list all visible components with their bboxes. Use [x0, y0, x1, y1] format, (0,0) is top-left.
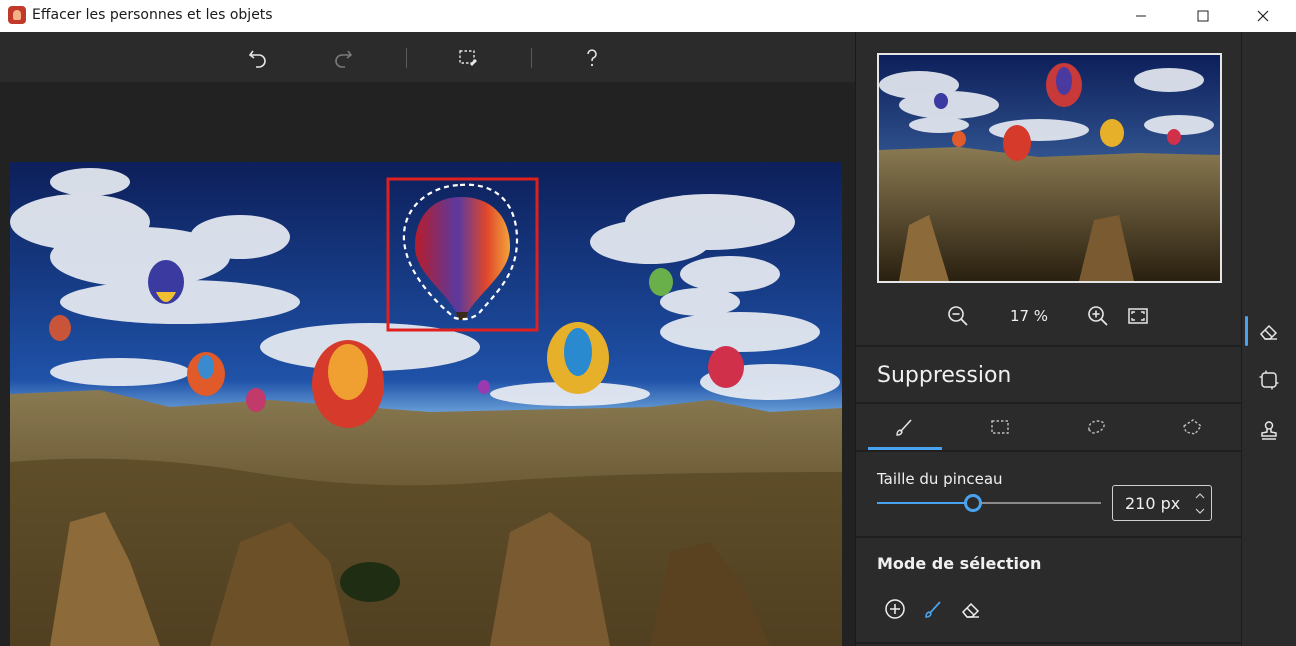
- increment-button[interactable]: [1193, 489, 1207, 503]
- rect-select-icon: [991, 420, 1009, 434]
- app-logo-icon: [8, 6, 26, 24]
- panel-divider: [856, 536, 1242, 538]
- zoom-level: 17 %: [1009, 307, 1049, 325]
- slider-fill: [877, 502, 973, 504]
- maximize-button[interactable]: [1180, 0, 1226, 32]
- brush-icon: [925, 601, 941, 618]
- section-title: Suppression: [877, 363, 1012, 388]
- undo-button[interactable]: [245, 45, 271, 71]
- title-bar: Effacer les personnes et les objets: [0, 0, 1296, 32]
- brush-tool-icon: [896, 419, 912, 436]
- crop-tool-button[interactable]: [1256, 367, 1282, 393]
- zoom-in-button[interactable]: [1086, 304, 1110, 328]
- thumbnail-photo: [879, 55, 1220, 281]
- chevron-down-icon: [1195, 508, 1205, 514]
- window-title: Effacer les personnes et les objets: [32, 7, 273, 23]
- brush-size-label: Taille du pinceau: [877, 470, 1003, 488]
- navigator-thumbnail[interactable]: [877, 53, 1222, 283]
- lasso-icon: [1088, 420, 1105, 434]
- balloon-photo: [10, 162, 842, 646]
- slider-thumb[interactable]: [964, 494, 982, 512]
- panel-divider: [856, 345, 1242, 347]
- selection-mode-title: Mode de sélection: [877, 554, 1042, 573]
- tab-rectangle-select[interactable]: [952, 404, 1048, 450]
- toolbar-separator: [406, 48, 407, 68]
- brush-size-input[interactable]: 210 px: [1112, 485, 1212, 521]
- crop-tool-icon: [1259, 370, 1279, 390]
- add-mode-button[interactable]: [882, 596, 908, 622]
- redo-button[interactable]: [330, 45, 356, 71]
- fit-screen-icon: [1128, 308, 1148, 324]
- help-icon: [587, 49, 597, 67]
- panel-divider: [856, 642, 1242, 644]
- photo-canvas[interactable]: [10, 162, 842, 646]
- close-icon: [1257, 10, 1269, 22]
- close-button[interactable]: [1240, 0, 1286, 32]
- redo-icon: [335, 50, 353, 68]
- zoom-in-icon: [1088, 306, 1108, 326]
- tab-polygon-lasso[interactable]: [1144, 404, 1240, 450]
- active-tool-indicator: [1245, 316, 1248, 346]
- stamp-tool-button[interactable]: [1256, 418, 1282, 444]
- brush-mode-button[interactable]: [920, 596, 946, 622]
- eraser-icon: [961, 602, 980, 618]
- tab-brush[interactable]: [856, 404, 952, 450]
- brush-size-slider[interactable]: [877, 494, 1101, 512]
- settings-pane: 17 % Suppression Taille du pinceau 210 p: [855, 32, 1242, 646]
- zoom-bar: 17 %: [856, 290, 1242, 340]
- minimize-button[interactable]: [1118, 0, 1164, 32]
- add-icon: [885, 599, 905, 619]
- chevron-up-icon: [1195, 493, 1205, 499]
- editor-toolbar: [0, 32, 855, 82]
- undo-icon: [248, 50, 266, 68]
- selection-edit-button[interactable]: [455, 45, 481, 71]
- eraser-tool-icon: [1259, 324, 1278, 340]
- maximize-icon: [1197, 10, 1209, 22]
- help-button[interactable]: [579, 45, 605, 71]
- fit-to-screen-button[interactable]: [1126, 304, 1150, 328]
- tool-rail: [1241, 32, 1296, 646]
- zoom-out-button[interactable]: [946, 304, 970, 328]
- brush-size-value: 210 px: [1125, 494, 1181, 513]
- zoom-out-icon: [948, 306, 968, 326]
- panel-divider: [856, 450, 1242, 452]
- minimize-icon: [1136, 15, 1146, 17]
- selection-edit-icon: [459, 50, 477, 66]
- stamp-tool-icon: [1261, 421, 1277, 440]
- decrement-button[interactable]: [1193, 504, 1207, 518]
- polygon-lasso-icon: [1183, 419, 1202, 435]
- selection-tool-tabs: [856, 404, 1242, 450]
- eraser-mode-button[interactable]: [958, 596, 984, 622]
- eraser-tool-button[interactable]: [1256, 318, 1282, 344]
- editor-pane: [0, 32, 855, 646]
- toolbar-separator: [531, 48, 532, 68]
- tab-lasso[interactable]: [1048, 404, 1144, 450]
